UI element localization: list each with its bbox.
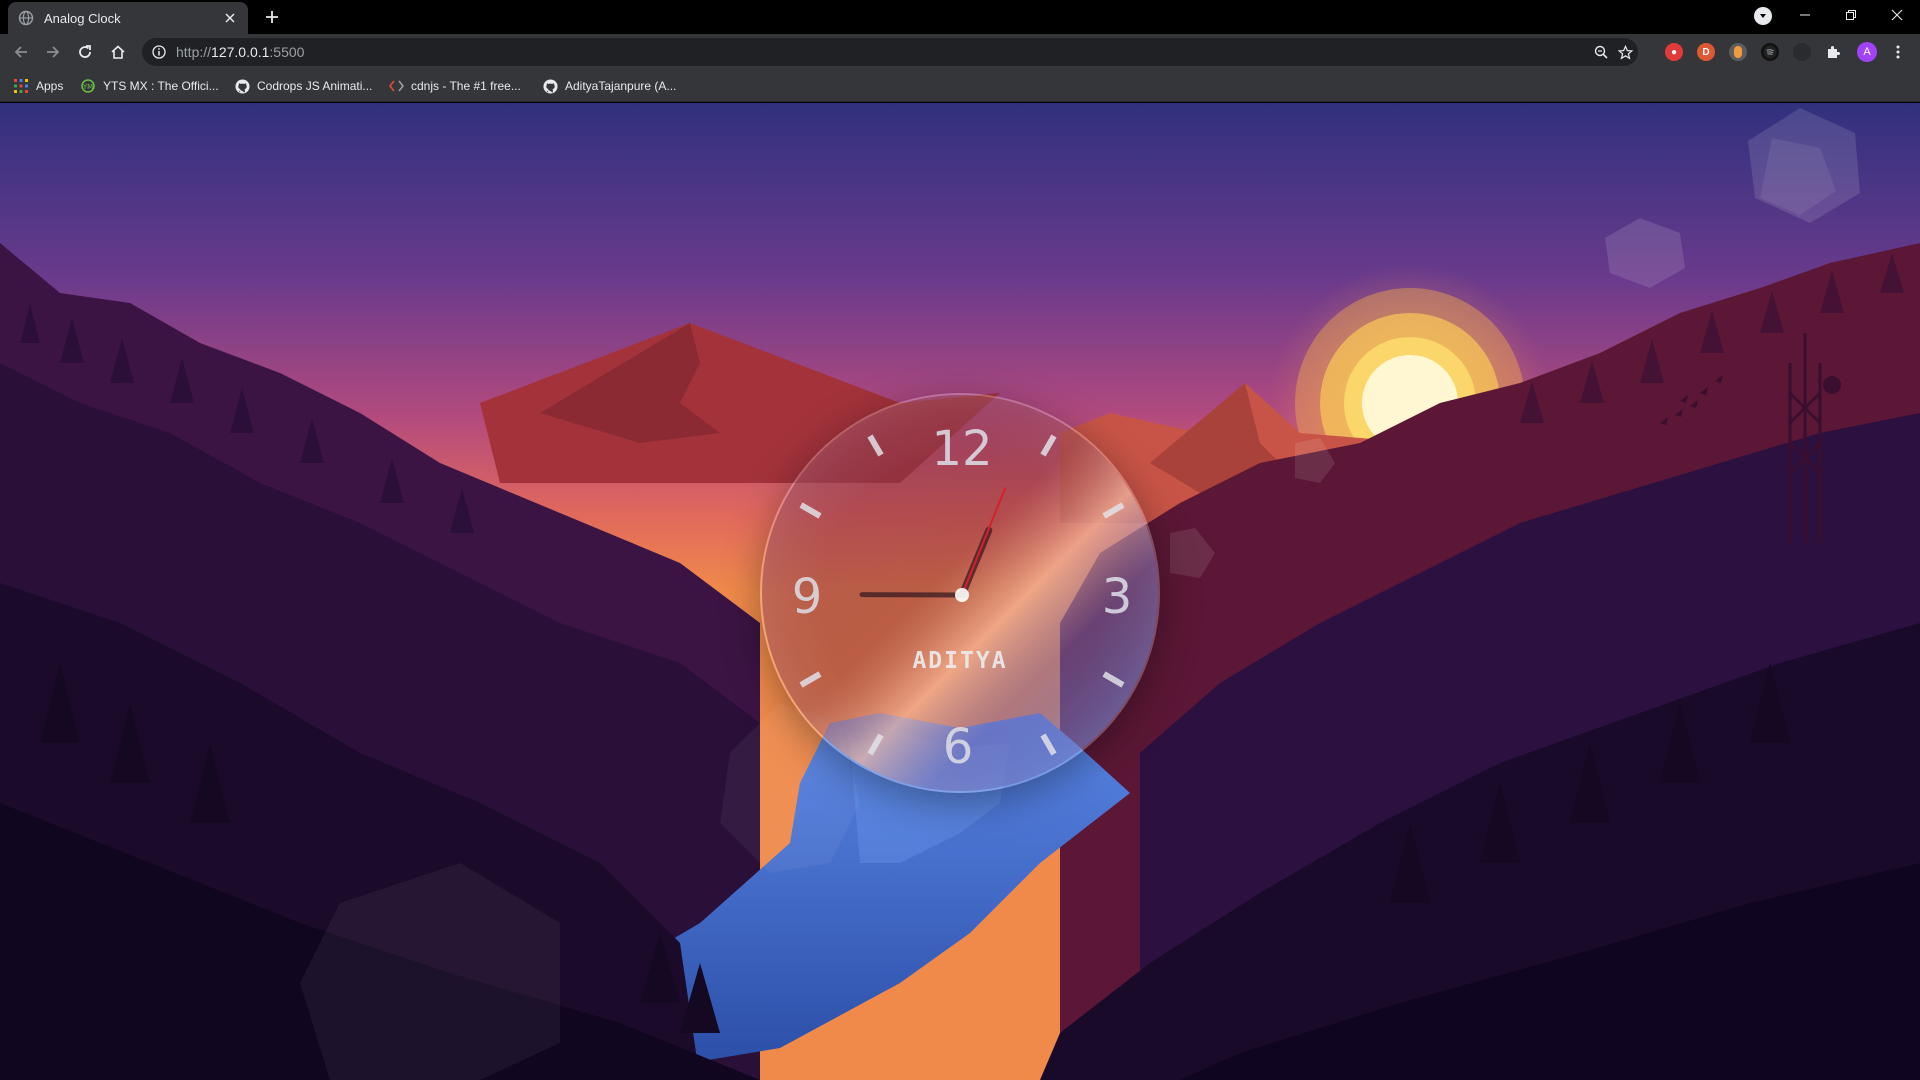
back-arrow-icon[interactable] [9,40,33,64]
bookmark-label: Apps [36,79,64,93]
bookmark-yts[interactable]: YM YTS MX : The Offici... [80,76,219,96]
bookmark-label: AdityaTajanpure (A... [565,79,677,93]
minimize-window-button[interactable] [1782,0,1828,30]
bookmark-cdnjs[interactable]: cdnjs - The #1 free... [388,76,521,96]
github-icon [542,78,558,94]
reload-icon[interactable] [73,40,97,64]
close-tab-icon[interactable] [222,10,238,26]
home-icon[interactable] [106,40,130,64]
bookmark-label: Codrops JS Animati... [257,79,373,93]
browser-toolbar: http://127.0.0.1:5500 ● D A [0,34,1920,70]
clock-brand-label: ADITYA [912,648,1008,674]
browser-tab[interactable]: Analog Clock [8,2,248,34]
svg-text:YM: YM [82,83,93,91]
url-scheme: http:// [176,44,212,60]
url-port: :5500 [269,44,305,60]
tab-title: Analog Clock [44,10,121,26]
bookmarks-bar: Apps YM YTS MX : The Offici... Codrops J… [0,70,1920,102]
numeral-12: 12 [931,421,993,477]
bookmark-codrops[interactable]: Codrops JS Animati... [234,76,372,96]
zoom-icon[interactable] [1593,44,1609,60]
apps-grid-icon [13,78,29,94]
extension-orange-icon[interactable] [1729,43,1747,61]
url-text: http://127.0.0.1:5500 [176,44,304,60]
numeral-6: 6 [942,719,974,775]
close-window-button[interactable] [1874,0,1920,30]
numeral-3: 3 [1101,569,1133,625]
extensions-puzzle-icon[interactable] [1824,43,1842,61]
browser-titlebar: Analog Clock [0,0,1920,34]
numeral-9: 9 [791,569,823,625]
extension-red-icon[interactable]: ● [1665,43,1683,61]
center-pin [955,588,969,602]
profile-avatar[interactable]: A [1857,42,1877,62]
globe-icon [18,10,34,26]
url-host: 127.0.0.1 [211,44,270,60]
bookmark-label: cdnjs - The #1 free... [411,79,521,93]
restore-window-button[interactable] [1828,0,1874,30]
yts-icon: YM [80,78,96,94]
info-icon[interactable] [151,44,167,60]
code-icon [388,78,404,94]
forward-arrow-icon[interactable] [41,40,65,64]
star-bookmark-icon[interactable] [1617,44,1633,60]
spotify-icon[interactable] [1761,43,1779,61]
address-bar[interactable]: http://127.0.0.1:5500 [142,38,1638,66]
new-tab-button[interactable] [258,5,286,29]
page-viewport: 12 3 6 9 ADITYA [0,103,1920,1080]
bookmark-label: YTS MX : The Offici... [103,79,219,93]
bookmark-apps[interactable]: Apps [13,76,63,96]
chevron-down-circle-icon[interactable] [1754,7,1772,25]
more-menu-icon[interactable] [1889,43,1907,61]
github-icon [234,78,250,94]
analog-clock: 12 3 6 9 ADITYA [760,393,1160,793]
bookmark-github-profile[interactable]: AdityaTajanpure (A... [542,76,676,96]
extension-dark-icon[interactable] [1793,43,1811,61]
duckduckgo-icon[interactable]: D [1697,43,1715,61]
